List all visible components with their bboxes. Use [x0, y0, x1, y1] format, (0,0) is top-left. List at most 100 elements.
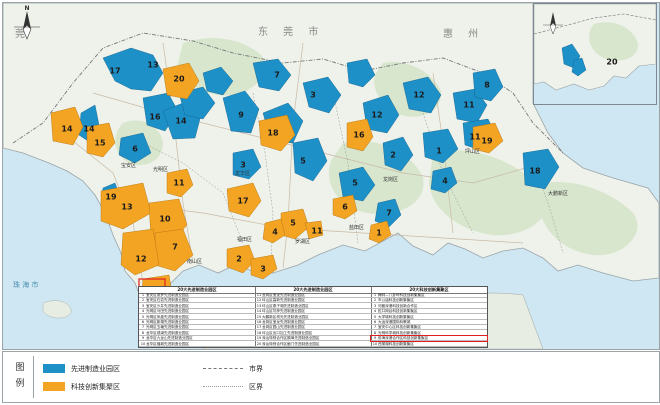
zone-label: 2 [236, 255, 242, 264]
row-name: 龙岗区宝龙先进制造业园区 [262, 320, 306, 324]
table-row: 18坪山区出口加工先进制造业园区 [255, 331, 371, 336]
row-name: 光明科学城科技创新集聚区 [378, 330, 422, 335]
table-row: 1 梅林—八卦岭科技创新集聚区 [371, 293, 487, 298]
place-label: 坪山区 [465, 148, 480, 155]
zone-label: 8 [484, 81, 490, 90]
district-boundary-label: 区界 [249, 383, 263, 391]
table-row: 2 车公庙科技创新集聚区 [371, 298, 487, 304]
zone-label: 12 [371, 111, 382, 120]
row-name: 光明区凤凰先进制造业园区 [146, 314, 190, 319]
zone-label: 11 [173, 179, 185, 188]
table-column: 20大科技创新集聚区 1 梅林—八卦岭科技创新集聚区 2 车公庙科技创新集聚区 3 河套深… [370, 287, 488, 347]
table-row: 17龙岗区园山先进制造业园区 [255, 325, 371, 331]
row-name: 大学城科技创新集聚区 [378, 314, 414, 319]
zone-label: 16 [353, 131, 365, 140]
zone-label: 9 [238, 111, 244, 120]
table-row: 16龙岗区宝龙先进制造业园区 [255, 320, 371, 325]
row-name: 坪山区高新先进制造业园区 [262, 298, 306, 303]
zone-label: 5 [290, 219, 296, 228]
zone-label: 15 [94, 139, 106, 148]
zone-label: 19 [105, 193, 117, 202]
orange-zone-label: 科技创新集聚区 [71, 383, 120, 391]
zone-label: 10 [159, 215, 171, 224]
table-row: 11龙岗区宝龙先进制造业园区 [255, 293, 371, 298]
row-name: 龙华区福城先进制造业园区 [146, 341, 190, 346]
zone-label: 17 [237, 197, 248, 206]
table-row: 9 前海深港合作区科技创新集聚区 [370, 335, 488, 343]
zone-label: 2 [390, 151, 396, 160]
inset-north-arrow [541, 7, 565, 37]
row-name: 宝安区石岩先进制造业园区 [146, 298, 190, 303]
zone-label: 13 [147, 61, 158, 70]
sea-label: 珠 海 市 [13, 280, 38, 289]
row-name: 龙华区九龙山先进制造业园区 [146, 336, 193, 341]
row-name: 宝安区燕罗先进制造业园区 [146, 293, 190, 297]
orange-zone-swatch [43, 382, 65, 391]
place-label: 福田区 [237, 236, 252, 243]
table-row: 15大鹏新区坝光先进制造业园区 [255, 315, 371, 320]
table-row: 12坪山区高新先进制造业园区 [255, 298, 371, 304]
row-name: 宝安区沙井先进制造业园区 [146, 303, 190, 308]
zone-label: 14 [175, 117, 187, 126]
row-name: 大鹏新区坝光先进制造业园区 [262, 314, 309, 319]
row-name: 大运深港国际科教城 [378, 320, 411, 324]
district-boundary-line [203, 386, 243, 387]
table-row: 9 龙华区九龙山先进制造业园区 [139, 336, 255, 342]
place-label: 宝安区 [121, 162, 136, 169]
island [42, 300, 72, 319]
zone-name-table: 20大先进制造业园区 1 宝安区燕罗先进制造业园区 2 宝安区石岩先进制造业园区 3 宝安… [138, 286, 488, 348]
zone-label: 3 [260, 265, 266, 274]
row-name: 蛇口网谷科技创新集聚区 [378, 309, 418, 314]
table-row: 5 光明区凤凰先进制造业园区 [139, 315, 255, 320]
table-row: 13坪山区燕子湖先进制造业园区 [255, 304, 371, 309]
zone-label: 12 [413, 91, 424, 100]
row-name: 坪山区燕子湖先进制造业园区 [262, 303, 309, 308]
zone-label: 17 [109, 67, 120, 76]
table-column: 20大先进制造业园区 1 宝安区燕罗先进制造业园区 2 宝安区石岩先进制造业园区 3 宝安… [139, 287, 256, 347]
zone-label: 11 [469, 133, 481, 142]
zone-label: 13 [121, 203, 132, 212]
table-column: 20大先进制造业园区 11龙岗区宝龙先进制造业园区 12坪山区高新先进制造业园区 1… [255, 287, 372, 347]
table-row: 7 宝安中心区科技创新集聚区 [371, 325, 487, 331]
table-row: 20深汕特别合作区鲘门先进制造业园区 [255, 342, 371, 347]
city-label: 惠 州 [443, 27, 484, 40]
table-row: 3 宝安区沙井先进制造业园区 [139, 304, 255, 309]
zone-label: 5 [352, 179, 358, 188]
zone-label: 6 [132, 145, 138, 154]
north-label: N [24, 5, 30, 12]
table-row: 6 光明区新湖先进制造业园区 [139, 320, 255, 325]
table-row: 6 大运深港国际科教城 [371, 320, 487, 325]
row-name: 龙岗区园山先进制造业园区 [262, 325, 306, 330]
place-label: 南山区 [187, 258, 202, 265]
map-legend: 图例 先进制造业园区 科技创新集聚区 市界 区界 [2, 351, 660, 403]
row-name: 光明区新湖先进制造业园区 [146, 320, 190, 324]
place-label: 罗湖区 [295, 238, 310, 245]
city-label: 东 莞 市 [258, 25, 324, 38]
city-boundary-label: 市界 [249, 365, 263, 373]
table-row: 4 光明区马田先进制造业园区 [139, 309, 255, 315]
table-row: 8 龙华区观澜先进制造业园区 [139, 331, 255, 336]
place-label: 光明区 [153, 166, 168, 173]
legend-divider [33, 356, 34, 398]
table-row: 2 宝安区石岩先进制造业园区 [139, 298, 255, 304]
row-name: 坪山区坑梓先进制造业园区 [262, 309, 306, 314]
blue-zone-label: 先进制造业园区 [71, 365, 120, 373]
row-name: 龙岗区宝龙先进制造业园区 [262, 293, 306, 297]
table-row: 10西丽湖科技创新集聚区 [371, 342, 487, 347]
blue-zone-swatch [43, 364, 65, 373]
zone-label: 6 [342, 203, 348, 212]
table-row: 8 光明科学城科技创新集聚区 [371, 331, 487, 336]
place-label: 龙华区 [235, 170, 250, 177]
row-name: 西丽湖科技创新集聚区 [378, 341, 414, 346]
zone-label: 18 [529, 167, 541, 176]
place-label: 盐田区 [349, 224, 364, 231]
place-label: 龙岗区 [383, 176, 398, 183]
row-name: 前海深港合作区科技创新集聚区 [378, 336, 429, 341]
zone-label: 14 [83, 125, 95, 134]
row-name: 宝安中心区科技创新集聚区 [378, 325, 422, 330]
zone-label: 16 [149, 113, 161, 122]
row-name: 坪山区出口加工先进制造业园区 [262, 330, 313, 335]
zone-label: 1 [436, 147, 442, 156]
zone-label: 19 [481, 137, 493, 146]
city-boundary-line [203, 368, 243, 369]
